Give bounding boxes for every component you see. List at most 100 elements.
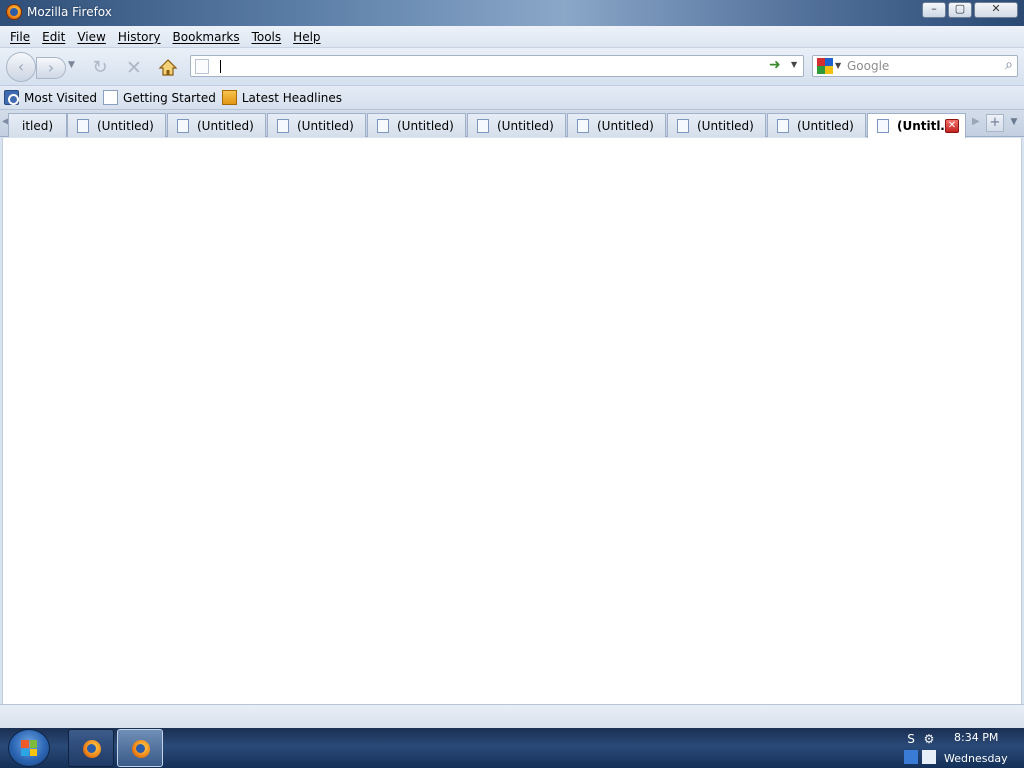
- tab-label: (Untitled): [197, 118, 254, 133]
- tab-strip: ◀ itled) (Untitled) (Untitled) (Untitled…: [0, 110, 1024, 138]
- taskbar-firefox-button-active[interactable]: [117, 729, 163, 767]
- menu-help-label: elp: [302, 29, 321, 44]
- window-title: Mozilla Firefox: [27, 5, 112, 19]
- home-icon[interactable]: [158, 58, 178, 78]
- tab[interactable]: (Untitled): [567, 113, 666, 137]
- clock-time[interactable]: 8:34 PM: [954, 731, 998, 744]
- menu-edit[interactable]: Edit: [36, 30, 71, 44]
- tab[interactable]: (Untitled): [67, 113, 166, 137]
- url-dropdown-icon[interactable]: ▼: [791, 60, 797, 69]
- page-icon: [777, 118, 789, 133]
- tab[interactable]: (Untitled): [667, 113, 766, 137]
- menu-file[interactable]: File: [4, 30, 36, 44]
- site-identity-icon[interactable]: [195, 59, 209, 74]
- page-icon: [377, 118, 389, 133]
- page-content[interactable]: [2, 138, 1022, 704]
- menu-bookmarks[interactable]: Bookmarks: [167, 30, 246, 44]
- window-controls: – ▢ ✕: [920, 2, 1018, 18]
- search-bar[interactable]: ▼ ⌕: [812, 55, 1018, 77]
- chevron-down-icon: ▼: [1010, 117, 1018, 127]
- menu-tools-label: ools: [256, 29, 282, 44]
- tab-list-button[interactable]: ▼: [1006, 114, 1022, 132]
- tab-active[interactable]: (Untitl… ✕: [867, 113, 966, 138]
- page-icon: [103, 90, 119, 105]
- new-tab-button[interactable]: +: [986, 114, 1004, 132]
- bookmark-most-visited[interactable]: Most Visited: [4, 90, 97, 105]
- menu-view-label: iew: [85, 29, 106, 44]
- tab-label: (Untitled): [697, 118, 754, 133]
- tab-label: (Untitled): [97, 118, 154, 133]
- rss-icon: [221, 90, 237, 105]
- bookmark-latest-headlines[interactable]: Latest Headlines: [221, 90, 343, 105]
- plus-icon: +: [989, 115, 1001, 130]
- search-input[interactable]: [847, 58, 987, 74]
- history-dropdown-icon[interactable]: ▼: [68, 60, 75, 70]
- menu-bookmarks-label: ookmarks: [180, 29, 240, 44]
- network-icon[interactable]: ⚙: [922, 732, 936, 746]
- page-icon: [877, 119, 889, 133]
- close-window-button[interactable]: ✕: [974, 2, 1018, 18]
- menu-bookmarks-key: B: [172, 29, 181, 44]
- bookmark-label: Most Visited: [24, 90, 98, 105]
- status-bar: [0, 704, 1024, 728]
- page-icon: [477, 118, 489, 133]
- url-bar[interactable]: ➜ ▼: [190, 55, 804, 77]
- tab[interactable]: (Untitled): [767, 113, 866, 137]
- clock-day[interactable]: Wednesday: [944, 752, 1008, 765]
- back-button[interactable]: ‹: [6, 52, 36, 82]
- stop-icon[interactable]: ✕: [124, 58, 144, 78]
- taskbar: S ⚙ 8:34 PM Wednesday: [0, 728, 1024, 768]
- tab-label: (Untitled): [297, 118, 354, 133]
- bookmark-getting-started[interactable]: Getting Started: [103, 90, 216, 105]
- tab-label: (Untitled): [397, 118, 454, 133]
- tab[interactable]: (Untitled): [267, 113, 366, 137]
- tab[interactable]: (Untitled): [167, 113, 266, 137]
- taskbar-firefox-button[interactable]: [68, 729, 114, 767]
- tray-window-icon[interactable]: [922, 750, 936, 764]
- menu-edit-label: dit: [49, 29, 66, 44]
- bookmark-label: Latest Headlines: [241, 90, 343, 105]
- forward-arrow-icon: ›: [47, 58, 55, 77]
- menu-file-label: ile: [16, 29, 31, 44]
- bookmarks-toolbar: Most Visited Getting Started Latest Head…: [0, 86, 1024, 110]
- menu-help-key: H: [293, 29, 303, 44]
- tray-app-icon[interactable]: S: [904, 732, 918, 746]
- search-engine-dropdown-icon[interactable]: ▼: [835, 61, 841, 70]
- firefox-icon: [132, 740, 150, 758]
- smart-folder-icon: [4, 90, 19, 105]
- forward-button[interactable]: ›: [36, 57, 66, 79]
- minimize-button[interactable]: –: [922, 2, 946, 18]
- firefox-icon: [83, 740, 101, 758]
- windows-logo-icon: [21, 740, 37, 756]
- tab-label: (Untitled): [497, 118, 554, 133]
- close-tab-icon[interactable]: ✕: [945, 119, 959, 133]
- minimize-icon: –: [931, 2, 937, 15]
- tab[interactable]: itled): [8, 113, 67, 137]
- firefox-icon: [6, 4, 22, 20]
- url-input[interactable]: [219, 58, 759, 74]
- menu-history-key: H: [117, 29, 127, 44]
- tab[interactable]: (Untitled): [367, 113, 466, 137]
- menu-bar: File Edit View History Bookmarks Tools H…: [0, 26, 1024, 48]
- tab-label: (Untitled): [597, 118, 654, 133]
- maximize-button[interactable]: ▢: [948, 2, 972, 18]
- menu-history[interactable]: History: [112, 30, 167, 44]
- tab[interactable]: (Untitled): [467, 113, 566, 137]
- reload-icon[interactable]: ↻: [90, 58, 110, 78]
- menu-edit-key: E: [42, 29, 50, 44]
- tab-scroll-right-icon[interactable]: ▶: [972, 116, 980, 127]
- page-icon: [277, 118, 289, 133]
- page-icon: [177, 118, 189, 133]
- close-icon: ✕: [991, 2, 1001, 15]
- back-arrow-icon: ‹: [17, 57, 25, 76]
- google-icon[interactable]: [817, 58, 833, 74]
- menu-view[interactable]: View: [71, 30, 111, 44]
- search-icon[interactable]: ⌕: [1005, 57, 1013, 73]
- title-bar[interactable]: Mozilla Firefox – ▢ ✕: [0, 0, 1024, 26]
- menu-help[interactable]: Help: [287, 30, 326, 44]
- go-arrow-icon[interactable]: ➜: [769, 57, 781, 73]
- tray-monitor-icon[interactable]: [904, 750, 918, 764]
- start-button[interactable]: [8, 729, 50, 767]
- menu-tools[interactable]: Tools: [246, 30, 288, 44]
- maximize-icon: ▢: [954, 2, 966, 15]
